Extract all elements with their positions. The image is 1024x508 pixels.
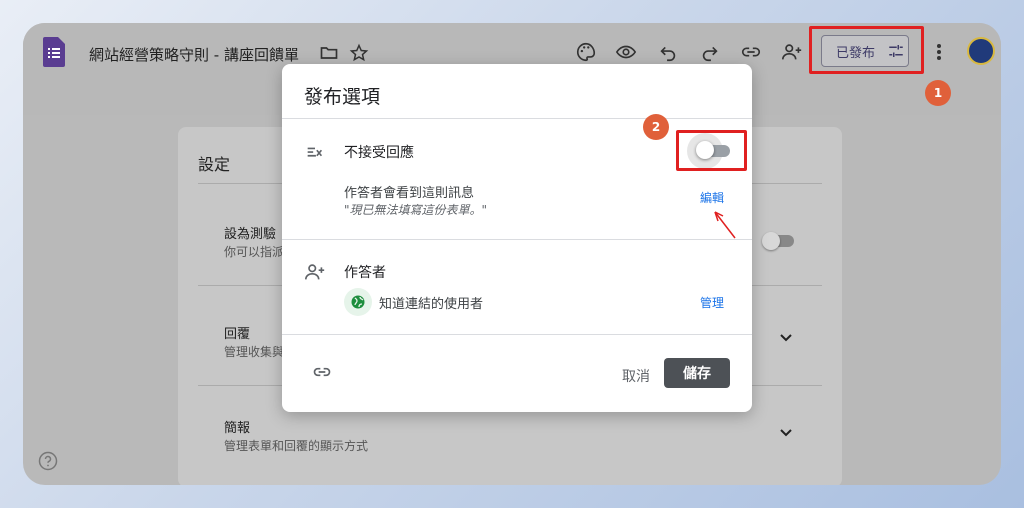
- help-icon[interactable]: [38, 451, 58, 471]
- message-text: "現已無法填寫這份表單。": [344, 203, 488, 217]
- globe-icon: [344, 288, 372, 316]
- settings-item-presentation-sub: 管理表單和回覆的顯示方式: [224, 439, 369, 453]
- settings-item-presentation-title: 簡報: [224, 421, 251, 436]
- divider: [282, 239, 752, 240]
- divider: [282, 334, 752, 335]
- palette-icon[interactable]: [575, 41, 597, 63]
- settings-item-quiz-sub: 你可以指派: [224, 245, 285, 259]
- step-badge-1: 1: [925, 80, 951, 106]
- eye-icon[interactable]: [615, 41, 637, 63]
- edit-message-link[interactable]: 編輯: [700, 189, 724, 206]
- more-vert-icon[interactable]: [931, 41, 947, 63]
- document-title[interactable]: 網站經營策略守則 - 講座回饋單: [89, 44, 299, 65]
- respondents-label: 作答者: [344, 265, 386, 281]
- google-forms-logo[interactable]: [43, 37, 65, 67]
- highlight-publish-box: [809, 26, 924, 74]
- accept-responses-label: 不接受回應: [344, 145, 414, 161]
- avatar[interactable]: [967, 37, 995, 65]
- settings-item-responses-title: 回覆: [224, 327, 251, 342]
- add-person-icon: [305, 264, 325, 280]
- highlight-toggle-box: [676, 130, 747, 171]
- dialog-title: 發布選項: [304, 86, 381, 108]
- settings-item-quiz-title: 設為測驗: [224, 227, 277, 242]
- message-label: 作答者會看到這則訊息: [344, 186, 475, 201]
- app-window: 網站經營策略守則 - 講座回饋單 已發布 1 設定 設為測驗 你可以指派 回覆 …: [23, 23, 1001, 485]
- link-icon[interactable]: [312, 362, 332, 382]
- divider: [282, 118, 752, 119]
- settings-item-responses-sub: 管理收集與: [224, 345, 285, 359]
- star-icon[interactable]: [349, 43, 369, 63]
- manage-link[interactable]: 管理: [700, 294, 724, 311]
- quiz-toggle[interactable]: [762, 232, 794, 250]
- chevron-down-icon[interactable]: [778, 424, 794, 440]
- audience-label: 知道連結的使用者: [379, 297, 484, 312]
- settings-title: 設定: [198, 155, 231, 174]
- save-button[interactable]: 儲存: [664, 358, 730, 388]
- publish-options-dialog: 發布選項 不接受回應 作答者會看到這則訊息 "現已無法填寫這份表單。" 編輯 作…: [282, 64, 752, 412]
- link-icon[interactable]: [740, 41, 762, 63]
- step-badge-2: 2: [643, 114, 669, 140]
- undo-icon[interactable]: [657, 41, 679, 63]
- no-responses-icon: [307, 147, 323, 157]
- redo-icon[interactable]: [699, 41, 721, 63]
- folder-icon[interactable]: [319, 43, 339, 63]
- chevron-down-icon[interactable]: [778, 329, 794, 345]
- add-person-icon[interactable]: [781, 41, 803, 63]
- cancel-button[interactable]: 取消: [622, 366, 650, 386]
